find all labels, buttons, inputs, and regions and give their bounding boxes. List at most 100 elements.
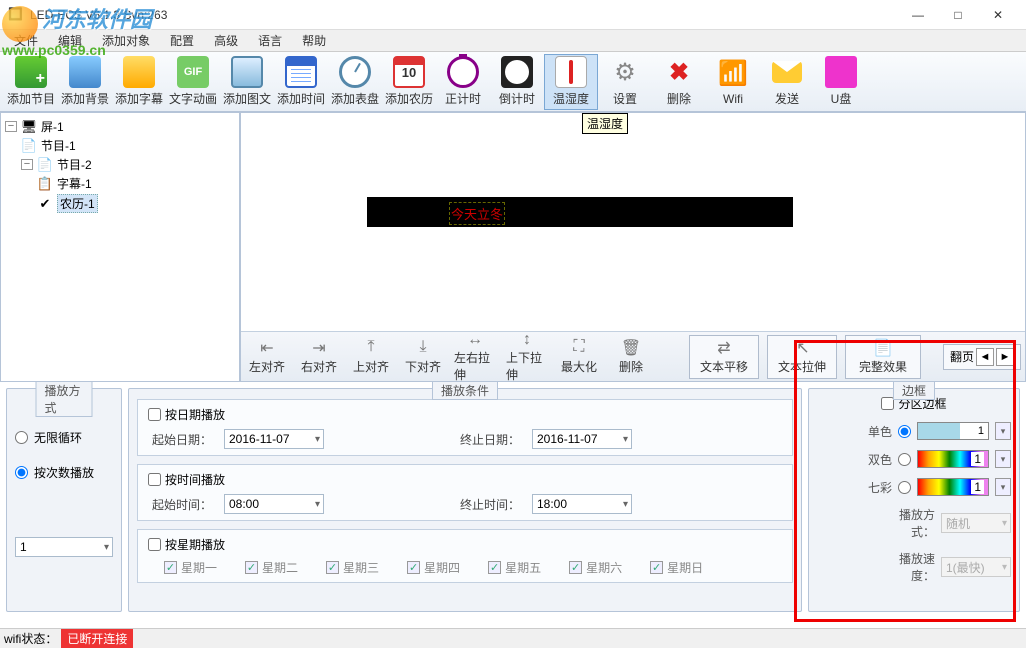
stretch-h-button[interactable]: ↔左右拉伸	[453, 335, 497, 379]
rainbow-radio[interactable]	[898, 481, 911, 494]
week-fri[interactable]: ✓星期五	[488, 559, 541, 576]
stretch-h-icon: ↔	[467, 331, 483, 349]
status-value: 已断开连接	[61, 629, 133, 648]
toolbar-send[interactable]: 发送	[760, 54, 814, 110]
lunar-icon: ✔	[37, 196, 53, 212]
single-dd[interactable]: ▾	[995, 422, 1011, 440]
week-thu[interactable]: ✓星期四	[407, 559, 460, 576]
week-mon[interactable]: ✓星期一	[164, 559, 217, 576]
timer-down-icon	[501, 56, 533, 88]
tooltip: 温湿度	[582, 113, 628, 134]
end-date-input[interactable]: 2016-11-07	[532, 429, 632, 449]
align-bottom-button[interactable]: ⤓下对齐	[401, 335, 445, 379]
stretch-v-icon: ↕	[523, 331, 531, 349]
week-wed[interactable]: ✓星期三	[326, 559, 379, 576]
border-speed-combo[interactable]: 1(最快)	[941, 557, 1011, 577]
page-controls: 翻页 ◄ ►	[943, 344, 1021, 370]
app-icon: 🔲	[8, 7, 24, 23]
maximize-button[interactable]: ⛶最大化	[557, 335, 601, 379]
tree-program-1[interactable]: 📄节目-1	[21, 136, 235, 155]
end-time-input[interactable]: 18:00	[532, 494, 632, 514]
toolbar-wifi[interactable]: 📶Wifi	[706, 54, 760, 110]
double-dd[interactable]: ▾	[995, 450, 1011, 468]
count-combo[interactable]: 1	[15, 537, 113, 557]
border-panel: 边框 分区边框 单色1▾ 双色1▾ 七彩1▾ 播放方式：随机 播放速度：1(最快…	[808, 388, 1020, 612]
minimize-button[interactable]: —	[898, 1, 938, 29]
full-effect-button[interactable]: 📄完整效果	[845, 335, 921, 379]
led-text: 今天立冬	[451, 204, 503, 223]
menu-language[interactable]: 语言	[248, 30, 292, 51]
radio-infinite[interactable]: 无限循环	[15, 429, 113, 446]
toolbar-add-subtitle[interactable]: 添加字幕	[112, 54, 166, 110]
toolbar-add-lunar[interactable]: 添加农历	[382, 54, 436, 110]
toolbar-usb[interactable]: U盘	[814, 54, 868, 110]
text-pan-button[interactable]: ⇄文本平移	[689, 335, 759, 379]
wifi-icon: 📶	[717, 58, 749, 90]
byweek-box: 按星期播放 ✓星期一 ✓星期二 ✓星期三 ✓星期四 ✓星期五 ✓星期六 ✓星期日	[137, 529, 793, 583]
radio-bycount[interactable]: 按次数播放	[15, 464, 113, 481]
stretch-v-button[interactable]: ↕上下拉伸	[505, 335, 549, 379]
start-time-input[interactable]: 08:00	[224, 494, 324, 514]
toolbar-timer-up[interactable]: 正计时	[436, 54, 490, 110]
bydate-check[interactable]: 按日期播放	[148, 406, 782, 423]
add-subtitle-icon	[123, 56, 155, 88]
calendar-icon	[393, 56, 425, 88]
toolbar-add-program[interactable]: 添加节目	[4, 54, 58, 110]
week-sun[interactable]: ✓星期日	[650, 559, 703, 576]
led-display[interactable]: 今天立冬	[367, 197, 793, 227]
double-color-radio[interactable]	[898, 453, 911, 466]
align-right-icon: ⇥	[312, 338, 325, 358]
rainbow-dd[interactable]: ▾	[995, 478, 1011, 496]
menu-file[interactable]: 文件	[4, 30, 48, 51]
align-top-button[interactable]: ⤒上对齐	[349, 335, 393, 379]
canvas-delete-button[interactable]: 🗑删除	[609, 335, 653, 379]
border-playmode-combo[interactable]: 随机	[941, 513, 1011, 533]
usb-icon	[825, 56, 857, 88]
single-color-radio[interactable]	[898, 425, 911, 438]
align-left-button[interactable]: ⇤左对齐	[245, 335, 289, 379]
text-stretch-button[interactable]: ⇱文本拉伸	[767, 335, 837, 379]
toolbar-add-background[interactable]: 添加背景	[58, 54, 112, 110]
bytime-check[interactable]: 按时间播放	[148, 471, 782, 488]
menu-advanced[interactable]: 高级	[204, 30, 248, 51]
toolbar-add-image[interactable]: 添加图文	[220, 54, 274, 110]
collapse-icon[interactable]: −	[5, 121, 17, 132]
menu-config[interactable]: 配置	[160, 30, 204, 51]
page-next-button[interactable]: ►	[996, 348, 1014, 366]
toolbar-temp-humidity[interactable]: 温湿度	[544, 54, 598, 110]
clock-icon	[339, 56, 371, 88]
menu-edit[interactable]: 编辑	[48, 30, 92, 51]
menu-addobj[interactable]: 添加对象	[92, 30, 160, 51]
program-icon: 📄	[21, 138, 37, 154]
toolbar-settings[interactable]: ⚙设置	[598, 54, 652, 110]
toolbar-add-time[interactable]: 添加时间	[274, 54, 328, 110]
week-tue[interactable]: ✓星期二	[245, 559, 298, 576]
collapse-icon[interactable]: −	[21, 159, 33, 170]
week-sat[interactable]: ✓星期六	[569, 559, 622, 576]
tree-program-2[interactable]: −📄节目-2	[21, 155, 235, 174]
rainbow-swatch[interactable]: 1	[917, 478, 989, 496]
toolbar-text-anim[interactable]: GIF文字动画	[166, 54, 220, 110]
tree-lunar-1[interactable]: ✔农历-1	[37, 193, 235, 214]
maximize-button[interactable]: □	[938, 1, 978, 29]
byweek-check[interactable]: 按星期播放	[148, 536, 782, 553]
preview-canvas[interactable]: 今天立冬	[241, 113, 1025, 331]
align-right-button[interactable]: ⇥右对齐	[297, 335, 341, 379]
toolbar-add-clock[interactable]: 添加表盘	[328, 54, 382, 110]
page-prev-button[interactable]: ◄	[976, 348, 994, 366]
tree-screen[interactable]: −🖥屏-1	[5, 117, 235, 136]
single-swatch[interactable]: 1	[917, 422, 989, 440]
bydate-box: 按日期播放 起始日期： 2016-11-07 终止日期： 2016-11-07	[137, 399, 793, 456]
close-button[interactable]: ✕	[978, 1, 1018, 29]
tree-subtitle-1[interactable]: 📋字幕-1	[37, 174, 235, 193]
align-bottom-icon: ⤓	[419, 338, 426, 358]
toolbar-timer-down[interactable]: 倒计时	[490, 54, 544, 110]
double-swatch[interactable]: 1	[917, 450, 989, 468]
toolbar-delete[interactable]: ✖删除	[652, 54, 706, 110]
menu-bar: 文件 编辑 添加对象 配置 高级 语言 帮助	[0, 30, 1026, 52]
project-tree[interactable]: −🖥屏-1 📄节目-1 −📄节目-2 📋字幕-1 ✔农历-1	[0, 112, 240, 382]
start-date-input[interactable]: 2016-11-07	[224, 429, 324, 449]
program-icon: 📄	[37, 157, 53, 173]
menu-help[interactable]: 帮助	[292, 30, 336, 51]
window-title: LED-ECS V6.1.3 Svn:263	[30, 8, 898, 22]
